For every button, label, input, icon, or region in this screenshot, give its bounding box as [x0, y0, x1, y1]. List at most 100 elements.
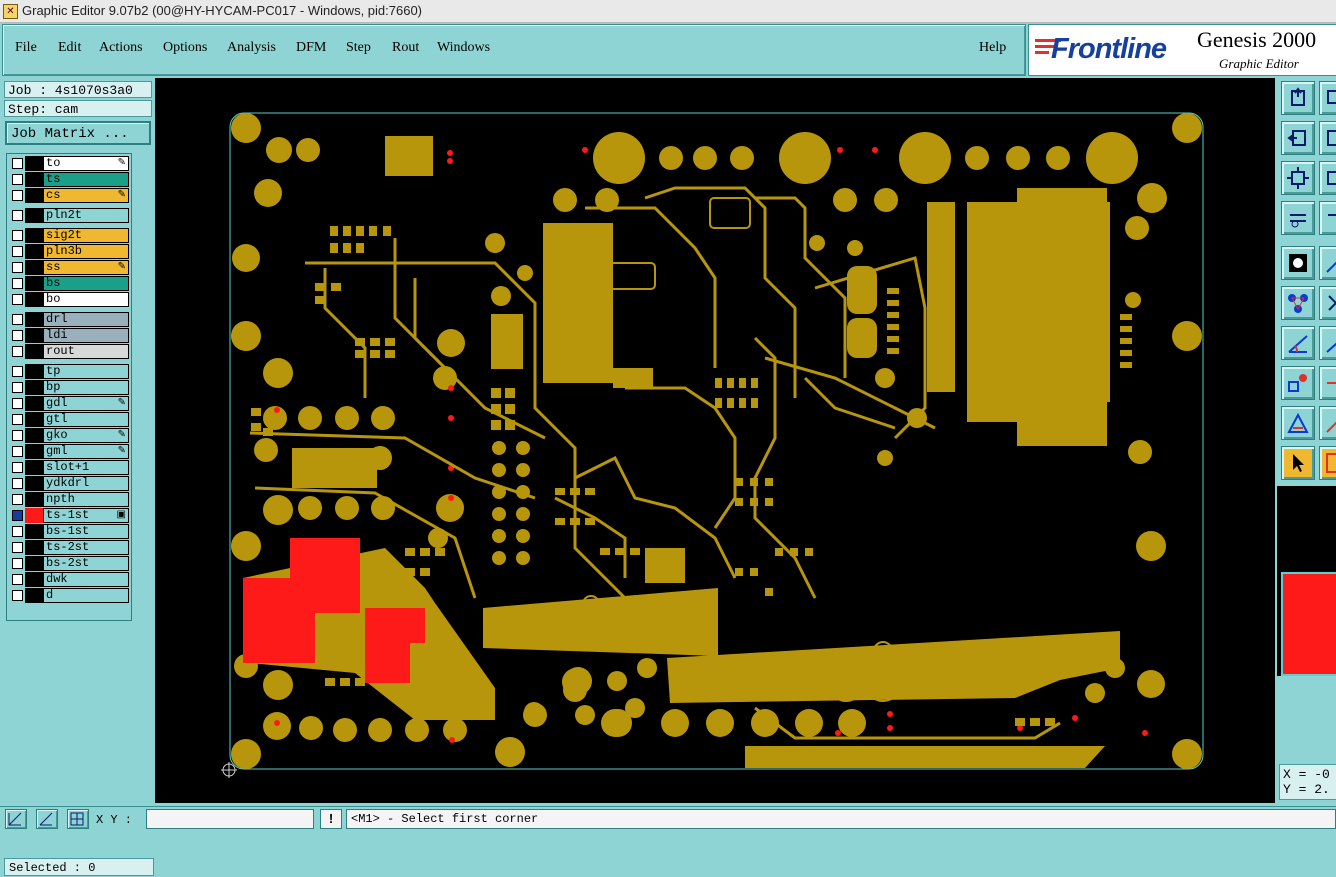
layer-checkbox[interactable]	[12, 574, 23, 585]
layer-row-ss[interactable]: ss ✎	[9, 260, 129, 275]
layer-checkbox[interactable]	[12, 382, 23, 393]
layer-color-swatch[interactable]	[25, 172, 43, 187]
layer-color-swatch[interactable]	[25, 208, 43, 223]
layer-checkbox[interactable]	[12, 278, 23, 289]
pan-right-tool[interactable]	[1319, 121, 1336, 155]
layer-name[interactable]: bs-2st	[43, 556, 129, 571]
layer-name[interactable]: pln3b	[43, 244, 129, 259]
layer-checkbox[interactable]	[12, 230, 23, 241]
layer-name[interactable]: gml	[43, 444, 129, 459]
layer-color-swatch[interactable]	[25, 396, 43, 411]
layer-row-sig2t[interactable]: sig2t	[9, 228, 129, 243]
layer-row-ldi[interactable]: ldi	[9, 328, 129, 343]
layer-name[interactable]: cs	[43, 188, 129, 203]
layer-color-swatch[interactable]	[25, 244, 43, 259]
layer-checkbox[interactable]	[12, 366, 23, 377]
zoom-fit-alt-tool[interactable]	[1319, 161, 1336, 195]
layer-color-swatch[interactable]	[25, 492, 43, 507]
layer-row-bs-2st[interactable]: bs-2st	[9, 556, 129, 571]
layer-checkbox[interactable]	[12, 510, 23, 521]
select-pad-tool[interactable]	[1281, 246, 1315, 280]
layer-checkbox[interactable]	[12, 346, 23, 357]
layer-checkbox[interactable]	[12, 414, 23, 425]
layer-checkbox[interactable]	[12, 526, 23, 537]
layer-row-bo[interactable]: bo	[9, 292, 129, 307]
layer-name[interactable]: slot+1	[43, 460, 129, 475]
overview-window[interactable]	[1281, 572, 1336, 676]
pan-left-tool[interactable]	[1281, 121, 1315, 155]
layer-row-gtl[interactable]: gtl	[9, 412, 129, 427]
layer-name[interactable]: bo	[43, 292, 129, 307]
layer-row-bp[interactable]: bp	[9, 380, 129, 395]
layer-color-swatch[interactable]	[25, 556, 43, 571]
pcb-canvas[interactable]	[155, 78, 1275, 803]
layer-color-swatch[interactable]	[25, 572, 43, 587]
menu-analysis[interactable]: Analysis	[227, 40, 276, 56]
layer-checkbox[interactable]	[12, 494, 23, 505]
layer-row-pln3b[interactable]: pln3b	[9, 244, 129, 259]
layer-color-swatch[interactable]	[25, 476, 43, 491]
zoom-window-tool[interactable]	[1319, 81, 1336, 115]
layer-color-swatch[interactable]	[25, 292, 43, 307]
layer-color-swatch[interactable]	[25, 364, 43, 379]
job-matrix-button[interactable]: Job Matrix ...	[5, 121, 151, 145]
angle-alt-tool[interactable]	[1319, 326, 1336, 360]
layer-color-swatch[interactable]	[25, 460, 43, 475]
layer-row-npth[interactable]: npth	[9, 492, 129, 507]
menu-actions[interactable]: Actions	[99, 40, 143, 56]
layer-row-cs[interactable]: cs ✎	[9, 188, 129, 203]
layer-checkbox[interactable]	[12, 158, 23, 169]
layer-color-swatch[interactable]	[25, 312, 43, 327]
layer-row-pln2t[interactable]: pln2t	[9, 208, 129, 223]
layer-color-swatch[interactable]	[25, 412, 43, 427]
menu-edit[interactable]: Edit	[58, 40, 81, 56]
layer-color-swatch[interactable]	[25, 328, 43, 343]
layer-color-swatch[interactable]	[25, 508, 43, 523]
polygon-alt-tool[interactable]	[1319, 406, 1336, 440]
move-tool[interactable]	[1281, 366, 1315, 400]
layer-name[interactable]: ldi	[43, 328, 129, 343]
menu-rout[interactable]: Rout	[392, 40, 419, 56]
layer-row-drl[interactable]: drl	[9, 312, 129, 327]
layer-name[interactable]: ts-2st	[43, 540, 129, 555]
snap-tool-button[interactable]	[5, 809, 27, 829]
layer-row-tp[interactable]: tp	[9, 364, 129, 379]
layer-checkbox[interactable]	[12, 330, 23, 341]
layer-name[interactable]: drl	[43, 312, 129, 327]
layer-name[interactable]: rout	[43, 344, 129, 359]
layer-color-swatch[interactable]	[25, 344, 43, 359]
layer-checkbox[interactable]	[12, 590, 23, 601]
layer-row-ydkdrl[interactable]: ydkdrl	[9, 476, 129, 491]
layer-row-d[interactable]: d	[9, 588, 129, 603]
layer-row-gdl[interactable]: gdl ✎	[9, 396, 129, 411]
layer-checkbox[interactable]	[12, 542, 23, 553]
layer-name[interactable]: ss	[43, 260, 129, 275]
menu-file[interactable]: File	[15, 40, 37, 56]
layer-name[interactable]: bp	[43, 380, 129, 395]
layer-name[interactable]: ydkdrl	[43, 476, 129, 491]
layer-checkbox[interactable]	[12, 190, 23, 201]
layer-name[interactable]: gko	[43, 428, 129, 443]
layer-row-ts-2st[interactable]: ts-2st	[9, 540, 129, 555]
polygon-tool[interactable]	[1281, 406, 1315, 440]
layer-checkbox[interactable]	[12, 262, 23, 273]
layer-name[interactable]: to	[43, 156, 129, 171]
layer-color-swatch[interactable]	[25, 228, 43, 243]
layer-checkbox[interactable]	[12, 294, 23, 305]
layer-color-swatch[interactable]	[25, 588, 43, 603]
layer-color-swatch[interactable]	[25, 444, 43, 459]
layer-color-swatch[interactable]	[25, 524, 43, 539]
layer-row-gml[interactable]: gml ✎	[9, 444, 129, 459]
layer-color-swatch[interactable]	[25, 428, 43, 443]
net-tool[interactable]	[1281, 286, 1315, 320]
layer-color-swatch[interactable]	[25, 276, 43, 291]
xy-input[interactable]	[146, 809, 314, 829]
move-alt-tool[interactable]	[1319, 366, 1336, 400]
layer-row-gko[interactable]: gko ✎	[9, 428, 129, 443]
layer-color-swatch[interactable]	[25, 260, 43, 275]
layer-row-ts-1st[interactable]: ts-1st ▣	[9, 508, 129, 523]
layer-name[interactable]: bs-1st	[43, 524, 129, 539]
layer-name[interactable]: tp	[43, 364, 129, 379]
layer-checkbox[interactable]	[12, 430, 23, 441]
layer-row-slot+1[interactable]: slot+1	[9, 460, 129, 475]
